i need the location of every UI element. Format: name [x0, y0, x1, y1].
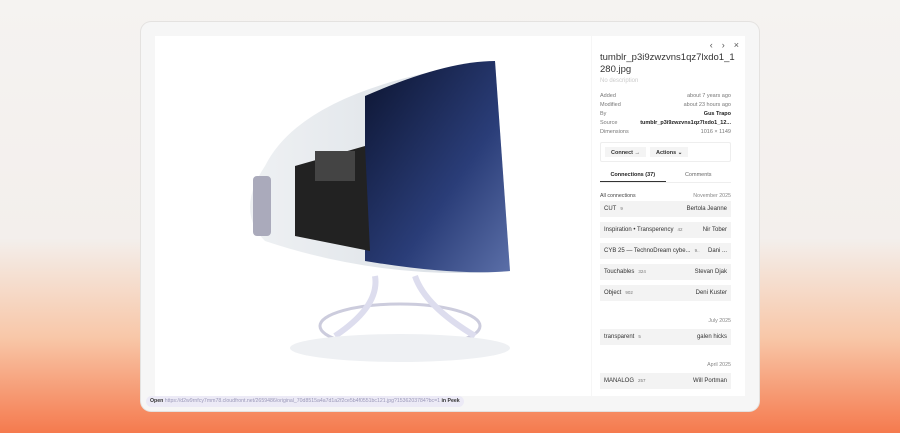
list-item[interactable]: Touchables 324 Stevan Djak	[600, 264, 731, 280]
meta-key: By	[600, 110, 607, 117]
metadata-list: Added about 7 years ago Modified about 23 …	[600, 91, 731, 137]
connect-button[interactable]: Connect →	[605, 147, 647, 157]
channel-owner: Dani ...	[707, 248, 727, 254]
list-item[interactable]: CUT 9 Bertola Jeanne	[600, 201, 731, 217]
meta-key: Source	[600, 120, 618, 127]
block-title: tumblr_p3i9zwzvns1qz7lxdo1_1280.jpg	[600, 52, 735, 75]
channel-owner: Deni Kuster	[695, 290, 727, 296]
connections-header: All connections	[600, 193, 636, 199]
channel-owner: Will Portman	[692, 378, 727, 384]
channel-count: 902	[625, 290, 633, 295]
meta-value: 1016 × 1149	[700, 129, 731, 136]
image-viewer[interactable]	[155, 36, 591, 396]
channel-owner: Bertola Jeanne	[686, 206, 727, 212]
channel-name: CYB 25 — TechnoDream cybe...	[604, 248, 691, 254]
previous-icon[interactable]: ‹	[710, 40, 713, 50]
channel-name: MANALOG	[604, 378, 635, 384]
author-link[interactable]: Gus Trapo	[704, 111, 731, 117]
next-icon[interactable]: ›	[722, 40, 725, 50]
channel-owner: galen hicks	[696, 334, 727, 340]
channel-count: 9..	[694, 248, 700, 253]
peek-label: in Peek	[441, 398, 460, 404]
meta-key: Modified	[600, 101, 621, 108]
connections-list: All connections November 2025 CUT 9 Bertola…	[600, 193, 731, 394]
crt-monitor-image	[250, 61, 510, 362]
meta-value: about 23 hours ago	[683, 101, 731, 108]
block-description[interactable]: No description	[600, 78, 638, 84]
image-url: https://d2w9rnfcy7mm78.cloudfront.net/26…	[164, 398, 441, 404]
actions-button[interactable]: Actions ⌄	[650, 147, 689, 157]
action-bar: Connect → Actions ⌄	[600, 142, 731, 162]
channel-name: Object	[604, 290, 622, 296]
channel-name: transparent	[604, 334, 635, 340]
channel-count: 5	[638, 334, 641, 339]
channel-owner: Nir Tober	[702, 227, 727, 233]
sidebar: ‹ › × tumblr_p3i9zwzvns1qz7lxdo1_1280.jp…	[592, 36, 745, 396]
open-label: Open	[150, 398, 164, 404]
tabs: Connections (37) Comments	[600, 170, 731, 183]
list-item[interactable]: CYB 25 — TechnoDream cybe... 9.. Dani ...	[600, 243, 731, 259]
group-date: July 2025	[708, 318, 731, 324]
channel-name: Touchables	[604, 269, 635, 275]
meta-key: Dimensions	[600, 129, 629, 136]
channel-count: 9	[620, 206, 623, 211]
group-date: April 2025	[707, 362, 731, 368]
tab-connections[interactable]: Connections (37)	[600, 170, 666, 182]
list-item[interactable]: Object 902 Deni Kuster	[600, 285, 731, 301]
channel-owner: Stevan Djak	[694, 269, 727, 275]
channel-count: 257	[638, 378, 646, 383]
channel-name: CUT	[604, 206, 617, 212]
list-item[interactable]: MANALOG 257 Will Portman	[600, 373, 731, 389]
list-item[interactable]: Inspiration • Transperency 42 Nir Tober	[600, 222, 731, 238]
tab-comments[interactable]: Comments	[666, 170, 732, 182]
meta-value: about 7 years ago	[686, 92, 731, 99]
close-icon[interactable]: ×	[734, 40, 739, 50]
list-item[interactable]: transparent 5 galen hicks	[600, 329, 731, 345]
meta-key: Added	[600, 92, 616, 99]
source-link[interactable]: tumblr_p3i9zwzvns1qz7lxdo1_12...	[640, 120, 731, 126]
channel-count: 42	[677, 227, 683, 232]
channel-count: 324	[638, 269, 646, 274]
channel-name: Inspiration • Transperency	[604, 227, 674, 233]
group-date: November 2025	[693, 193, 731, 199]
open-in-peek-link[interactable]: Open https://d2w9rnfcy7mm78.cloudfront.n…	[146, 396, 464, 407]
